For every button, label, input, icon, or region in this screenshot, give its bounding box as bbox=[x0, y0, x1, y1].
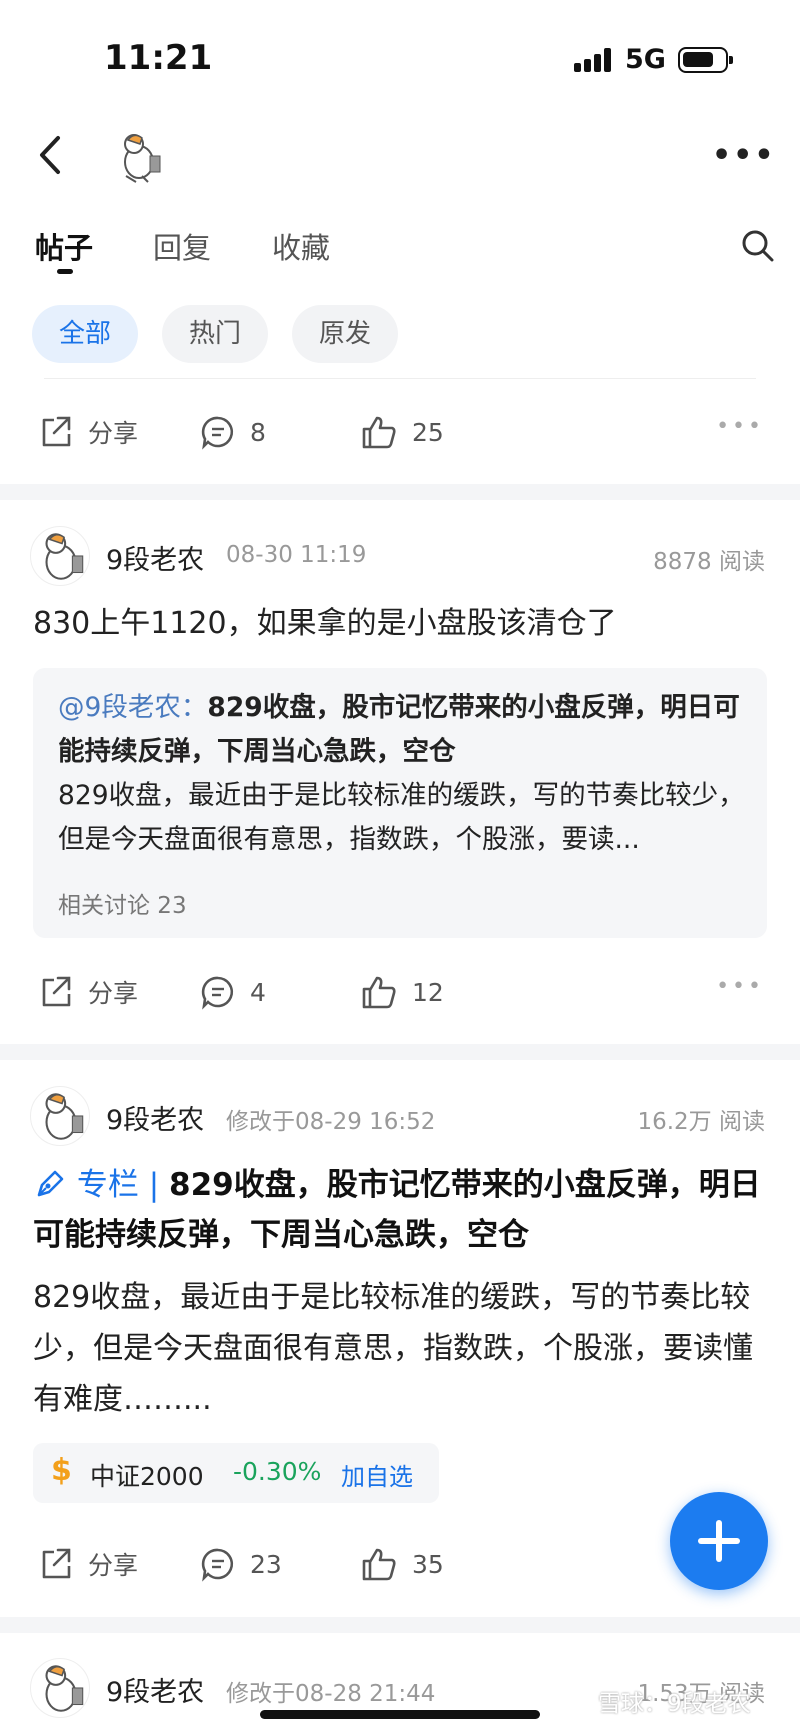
pen-icon bbox=[37, 1170, 64, 1197]
section-separator bbox=[0, 484, 800, 500]
comment-count: 8 bbox=[250, 417, 266, 447]
tab-favorites[interactable]: 收藏 bbox=[272, 225, 330, 267]
post-actions: 分享 8 25 ••• bbox=[0, 402, 800, 462]
chip-original[interactable]: 原发 bbox=[292, 305, 398, 363]
thumbs-up-icon bbox=[362, 416, 396, 449]
share-button[interactable]: 分享 bbox=[38, 972, 138, 1012]
share-label: 分享 bbox=[88, 1551, 139, 1580]
more-options-button[interactable]: ••• bbox=[712, 138, 774, 173]
author-name[interactable]: 9段老农 bbox=[106, 1098, 204, 1137]
status-bar: 11:21 5G bbox=[0, 0, 800, 110]
chevron-left-icon bbox=[40, 136, 60, 174]
like-count: 35 bbox=[412, 1549, 444, 1579]
column-tag-label: 专栏 | bbox=[76, 1167, 160, 1203]
avatar-icon bbox=[45, 1093, 84, 1140]
thumbs-up-icon bbox=[362, 976, 396, 1009]
avatar-icon bbox=[45, 1665, 84, 1712]
author-avatar[interactable] bbox=[30, 1658, 90, 1718]
read-count: 8878 阅读 bbox=[653, 549, 765, 575]
watermark: 雪球：9段老农 bbox=[598, 1691, 751, 1717]
add-watchlist-button[interactable]: 加自选 bbox=[341, 1457, 413, 1492]
network-type: 5G bbox=[625, 44, 666, 75]
post-header: 9段老农 修改于08-29 16:52 16.2万 阅读 bbox=[0, 1086, 800, 1146]
avatar-icon bbox=[45, 533, 84, 580]
share-icon bbox=[42, 976, 71, 1007]
post-actions: 分享 4 12 ••• bbox=[0, 962, 800, 1022]
share-icon bbox=[42, 416, 71, 447]
column-tag: 专栏 | bbox=[33, 1167, 169, 1203]
thumbs-up-icon bbox=[362, 1548, 396, 1581]
post-time: 修改于08-28 21:44 bbox=[226, 1681, 436, 1707]
section-separator bbox=[0, 1044, 800, 1060]
search-icon bbox=[742, 230, 774, 262]
stock-card[interactable]: $ 中证2000 -0.30% 加自选 bbox=[33, 1443, 439, 1503]
tab-posts[interactable]: 帖子 bbox=[35, 225, 93, 267]
post-text[interactable]: 830上午1120，如果拿的是小盘股该清仓了 bbox=[33, 599, 617, 649]
nav-bar: ••• bbox=[0, 110, 800, 200]
back-button[interactable] bbox=[30, 130, 74, 180]
user-avatar[interactable] bbox=[110, 128, 168, 186]
author-name[interactable]: 9段老农 bbox=[106, 1670, 204, 1709]
quote-content: @9段老农：829收盘，股市记忆带来的小盘反弹，明日可能持续反弹，下周当心急跌，… bbox=[58, 686, 748, 862]
share-label: 分享 bbox=[88, 419, 139, 448]
section-separator bbox=[0, 1617, 800, 1633]
share-icon bbox=[42, 1548, 71, 1579]
post-header: 9段老农 08-30 11:19 8878 阅读 bbox=[0, 526, 800, 586]
comment-count: 23 bbox=[250, 1549, 282, 1579]
comment-button[interactable]: 8 bbox=[200, 412, 266, 452]
tab-replies[interactable]: 回复 bbox=[153, 225, 211, 267]
quote-mention[interactable]: @9段老农： bbox=[58, 692, 207, 723]
status-time: 11:21 bbox=[104, 38, 213, 78]
post-time: 修改于08-29 16:52 bbox=[226, 1109, 436, 1135]
chip-all[interactable]: 全部 bbox=[32, 305, 138, 363]
share-button[interactable]: 分享 bbox=[38, 412, 138, 452]
post-text[interactable]: 829收盘，最近由于是比较标准的缓跌，写的节奏比较少，但是今天盘面很有意思，指数… bbox=[33, 1272, 773, 1425]
post-more-button[interactable]: ••• bbox=[716, 414, 764, 439]
chip-hot[interactable]: 热门 bbox=[162, 305, 268, 363]
like-button[interactable]: 25 bbox=[360, 412, 444, 452]
divider bbox=[44, 378, 756, 379]
comment-button[interactable]: 23 bbox=[200, 1544, 282, 1584]
share-button[interactable]: 分享 bbox=[38, 1544, 138, 1584]
share-label: 分享 bbox=[88, 979, 139, 1008]
read-count: 16.2万 阅读 bbox=[637, 1109, 765, 1135]
like-count: 25 bbox=[412, 417, 444, 447]
author-avatar[interactable] bbox=[30, 1086, 90, 1146]
comment-icon bbox=[201, 1548, 234, 1582]
author-name[interactable]: 9段老农 bbox=[106, 538, 204, 577]
column-title[interactable]: 专栏 | 829收盘，股市记忆带来的小盘反弹，明日可能持续反弹，下周当心急跌，空… bbox=[33, 1160, 773, 1260]
post-more-button[interactable]: ••• bbox=[716, 974, 764, 999]
stock-change: -0.30% bbox=[233, 1457, 322, 1486]
comment-count: 4 bbox=[250, 977, 266, 1007]
author-avatar[interactable] bbox=[30, 526, 90, 586]
active-tab-indicator bbox=[57, 269, 73, 274]
quote-body: 829收盘，最近由于是比较标准的缓跌，写的节奏比较少，但是今天盘面很有意思，指数… bbox=[58, 780, 745, 855]
comment-icon bbox=[201, 976, 234, 1010]
battery-icon bbox=[678, 47, 733, 73]
comment-button[interactable]: 4 bbox=[200, 972, 266, 1012]
tab-bar: 帖子 回复 收藏 bbox=[0, 215, 800, 275]
like-button[interactable]: 35 bbox=[360, 1544, 444, 1584]
post-time: 08-30 11:19 bbox=[226, 542, 367, 568]
compose-button[interactable] bbox=[670, 1492, 768, 1590]
signal-icon bbox=[574, 48, 614, 72]
like-button[interactable]: 12 bbox=[360, 972, 444, 1012]
home-indicator[interactable] bbox=[260, 1710, 540, 1719]
comment-icon bbox=[201, 416, 234, 450]
like-count: 12 bbox=[412, 977, 444, 1007]
stock-symbol-icon: $ bbox=[51, 1453, 72, 1488]
search-button[interactable] bbox=[740, 228, 776, 264]
avatar-icon bbox=[124, 134, 161, 183]
related-discussions[interactable]: 相关讨论 23 bbox=[58, 886, 187, 920]
quoted-post[interactable]: @9段老农：829收盘，股市记忆带来的小盘反弹，明日可能持续反弹，下周当心急跌，… bbox=[33, 668, 767, 938]
stock-name: 中证2000 bbox=[90, 1462, 204, 1491]
